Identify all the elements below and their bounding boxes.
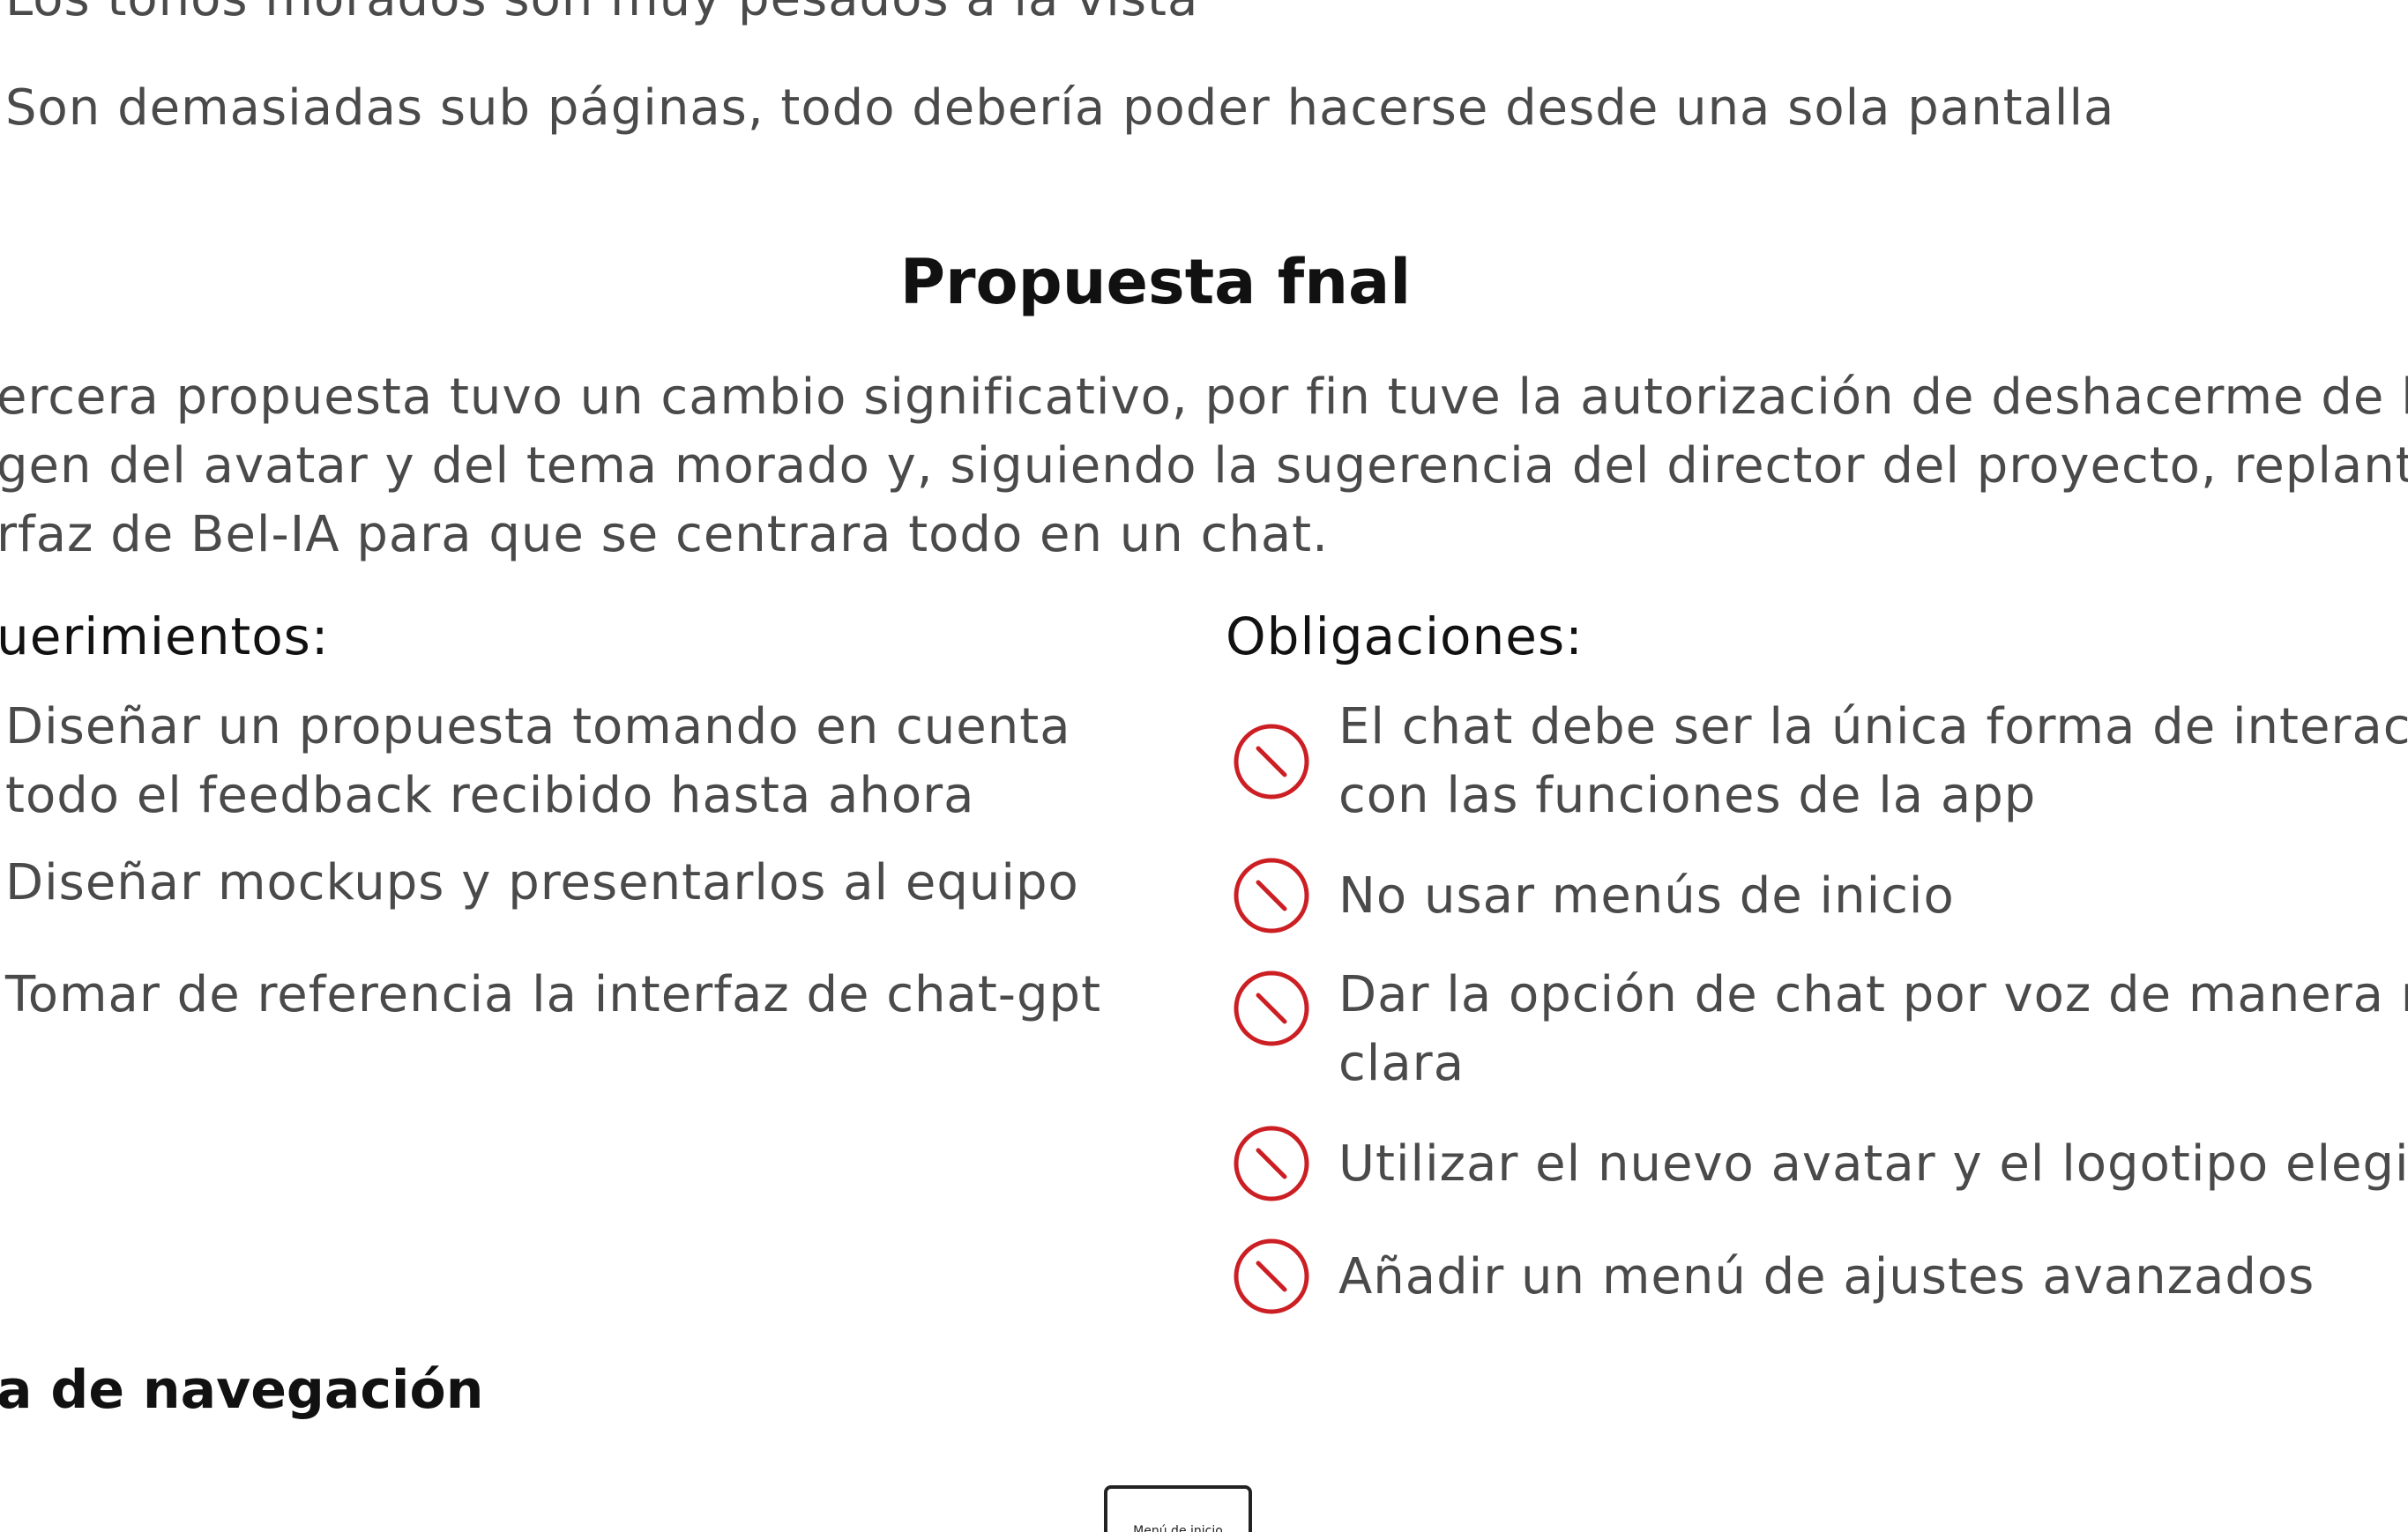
requirement-item-1-line-2: todo el feedback recibido hasta ahora bbox=[5, 767, 975, 824]
requirement-item-3: Tomar de referencia la interfaz de chat-… bbox=[5, 966, 1102, 1023]
nav-node-label: Menú de inicio bbox=[1133, 1524, 1223, 1532]
obligation-item-2: No usar menús de inicio bbox=[1338, 867, 1955, 925]
ban-icon bbox=[1234, 1238, 1309, 1314]
feedback-line-2: Son demasiadas sub páginas, todo debería… bbox=[5, 79, 2115, 137]
ban-icon bbox=[1234, 724, 1309, 799]
requirement-item-2: Diseñar mockups y presentarlos al equipo bbox=[5, 854, 1079, 911]
feedback-line-1: Los tonos morados son muy pesados a la v… bbox=[5, 0, 1198, 33]
obligation-item-1-line-2: con las funciones de la app bbox=[1338, 767, 2037, 824]
intro-line-2: gen del avatar y del tema morado y, sigu… bbox=[0, 437, 2408, 495]
nav-node-start-menu: Menú de inicio bbox=[1104, 1485, 1252, 1532]
intro-line-3: rfaz de Bel-IA para que se centrara todo… bbox=[0, 506, 1329, 563]
intro-line-1: ercera propuesta tuvo un cambio signific… bbox=[0, 368, 2408, 426]
ban-icon bbox=[1234, 858, 1309, 933]
obligation-item-5: Añadir un menú de ajustes avanzados bbox=[1338, 1248, 2315, 1305]
obligations-heading: Obligaciones: bbox=[1226, 606, 1584, 666]
navigation-heading: a de navegación bbox=[0, 1359, 484, 1421]
ban-icon bbox=[1234, 971, 1309, 1046]
obligation-item-1-line-1: El chat debe ser la única forma de inter… bbox=[1338, 698, 2408, 755]
obligation-item-3-line-2: clara bbox=[1338, 1035, 1465, 1092]
requirements-heading: uerimientos: bbox=[0, 606, 330, 666]
requirement-item-1-line-1: Diseñar un propuesta tomando en cuenta bbox=[5, 698, 1071, 755]
obligation-item-4: Utilizar el nuevo avatar y el logotipo e… bbox=[1338, 1135, 2408, 1193]
obligation-item-3-line-1: Dar la opción de chat por voz de manera … bbox=[1338, 966, 2408, 1023]
ban-icon bbox=[1234, 1126, 1309, 1201]
section-title: Propuesta fnal bbox=[899, 246, 1412, 318]
